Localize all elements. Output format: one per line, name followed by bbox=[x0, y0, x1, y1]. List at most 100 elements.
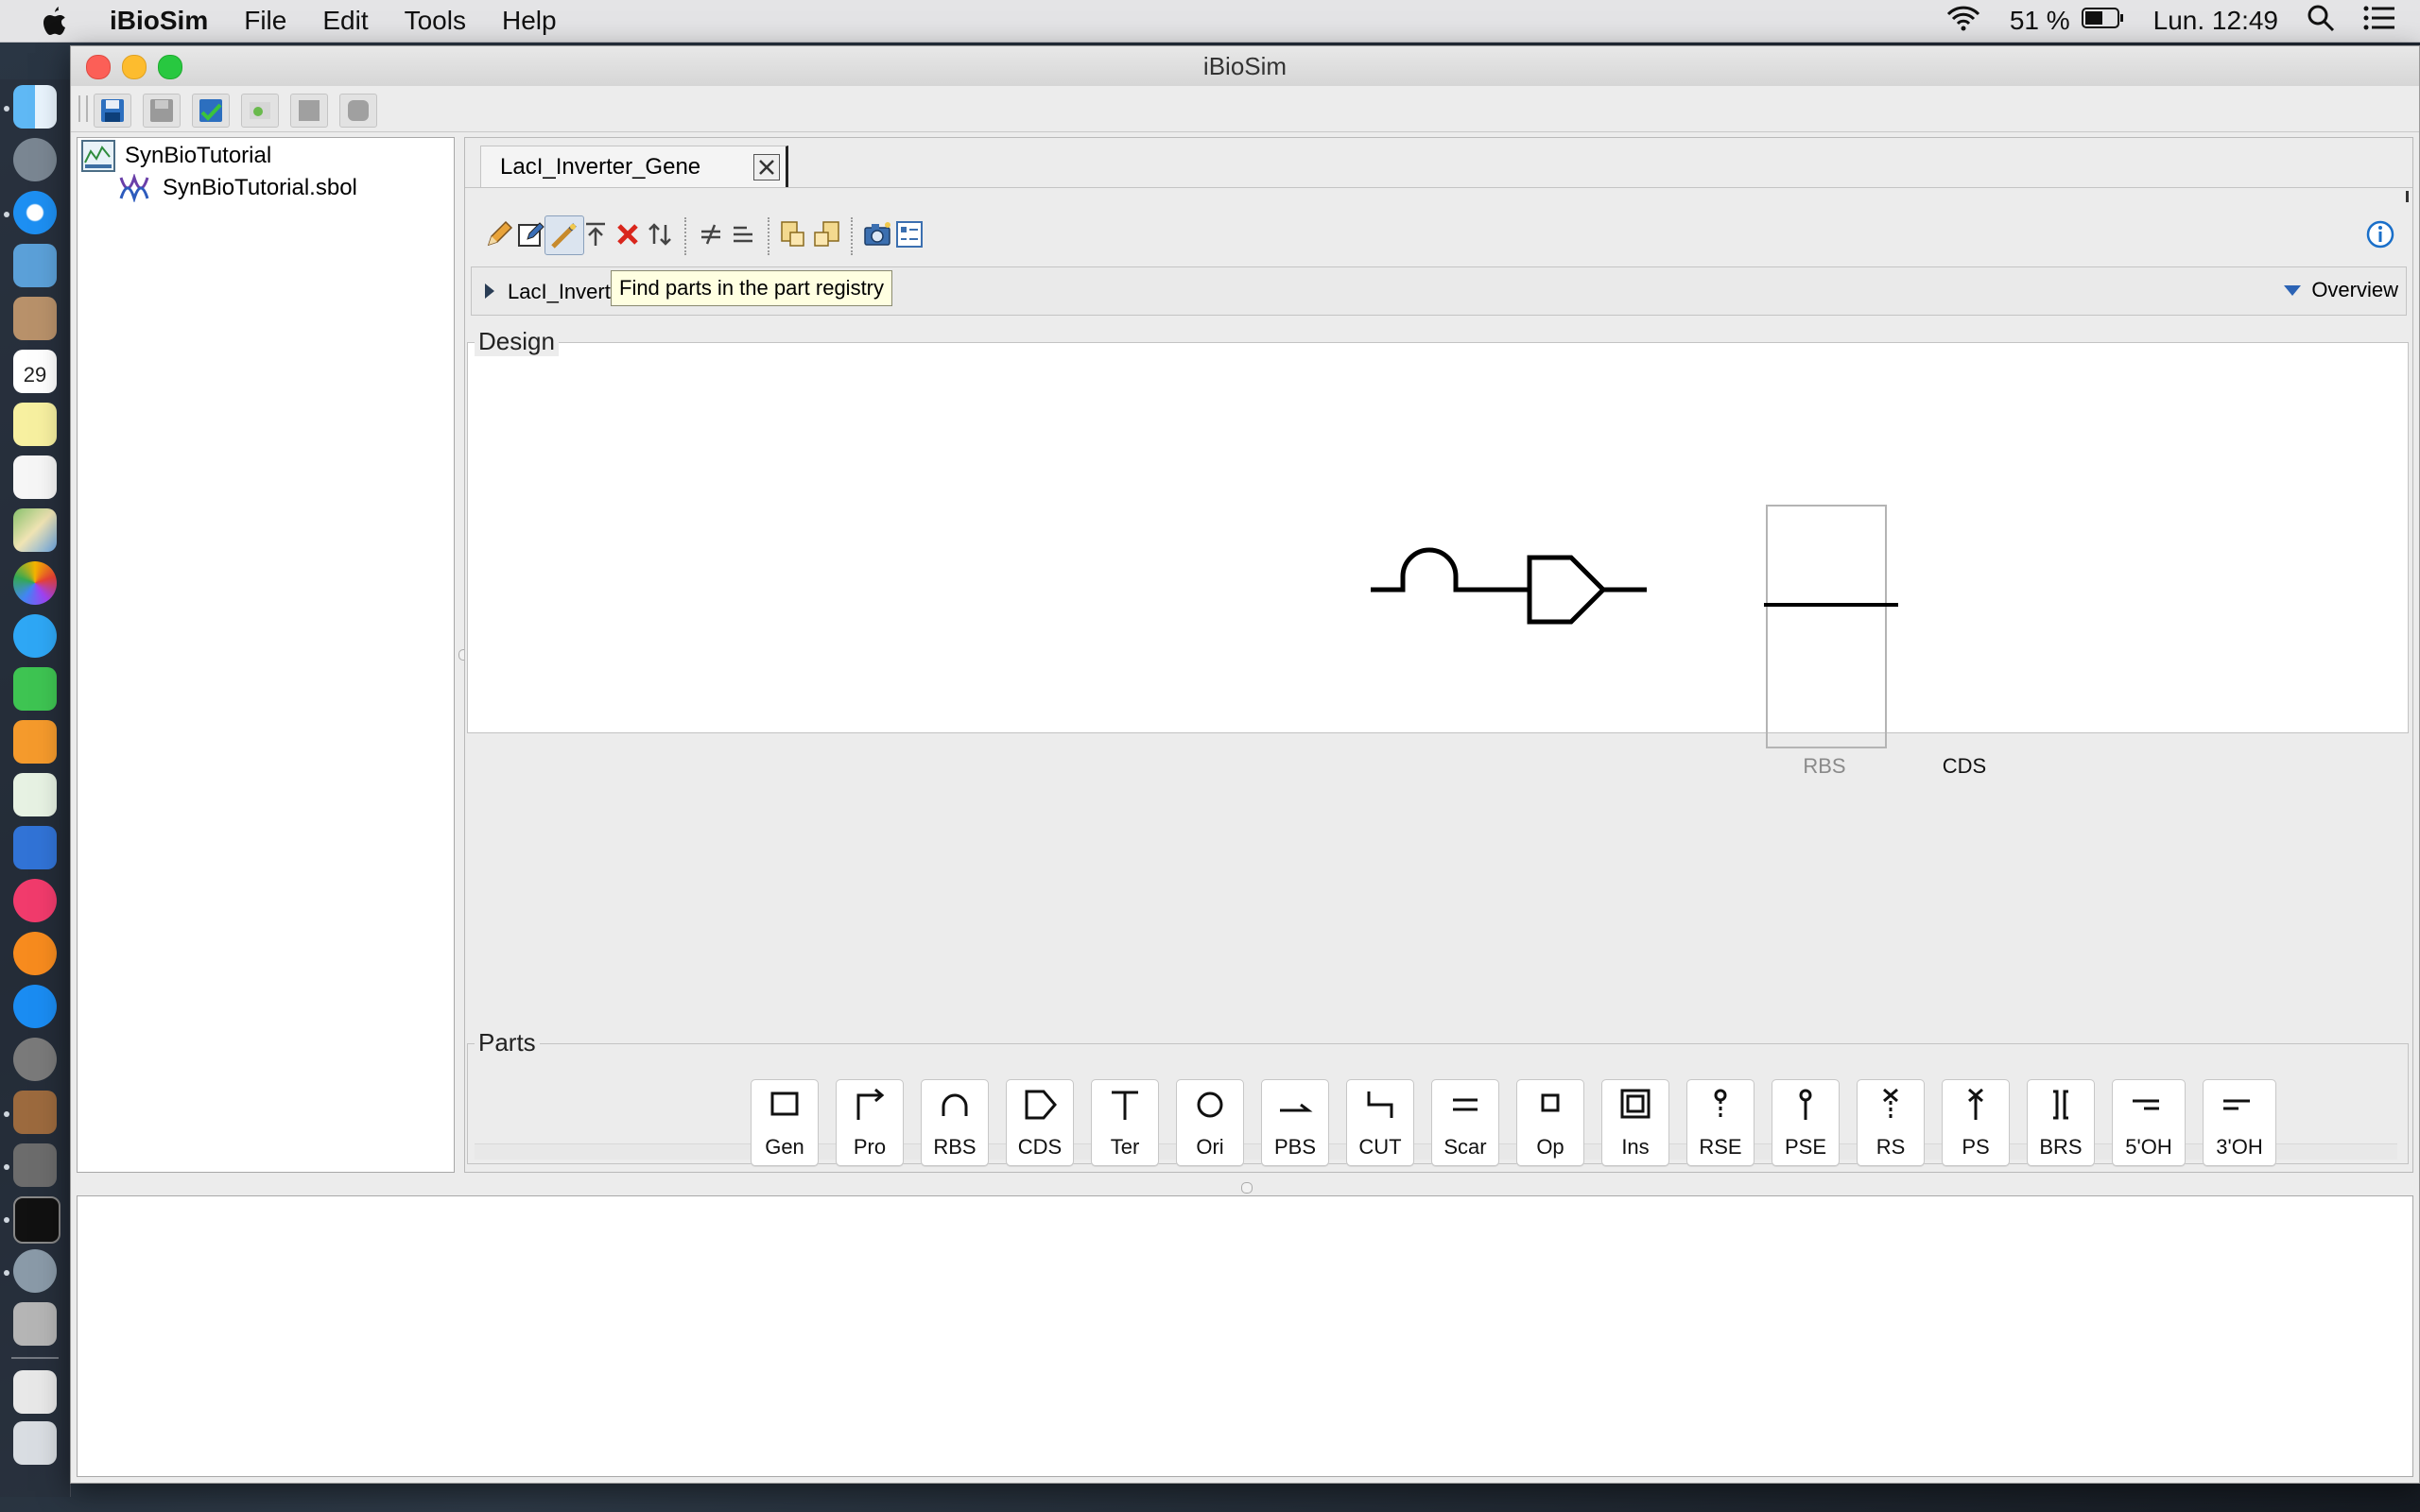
paste-part-button[interactable] bbox=[807, 215, 845, 253]
save-button[interactable] bbox=[94, 94, 131, 128]
breadcrumb-item[interactable]: LacI_Inverte bbox=[508, 280, 622, 304]
promoter-arrow-icon bbox=[856, 1088, 885, 1120]
menu-app-name[interactable]: iBioSim bbox=[110, 6, 208, 36]
wifi-icon[interactable] bbox=[1945, 4, 1981, 39]
tab-laci-inverter-gene[interactable]: LacI_Inverter_Gene bbox=[480, 146, 788, 188]
part-ter-button[interactable]: Ter bbox=[1091, 1079, 1159, 1166]
messages-icon[interactable] bbox=[13, 614, 57, 658]
part-op-button[interactable]: Op bbox=[1516, 1079, 1584, 1166]
primer-binding-site-icon bbox=[1280, 1103, 1313, 1112]
photos-icon[interactable] bbox=[13, 561, 57, 605]
notification-center-icon[interactable] bbox=[2363, 5, 2395, 38]
run-disabled-button[interactable] bbox=[290, 94, 328, 128]
part-rse-button[interactable]: RSE bbox=[1686, 1079, 1754, 1166]
part-pse-button[interactable]: PSE bbox=[1772, 1079, 1840, 1166]
arrow-up-to-line-icon bbox=[586, 222, 605, 246]
grapher-icon[interactable] bbox=[13, 1302, 57, 1346]
java-app-icon[interactable] bbox=[13, 1143, 57, 1187]
info-button[interactable] bbox=[2361, 215, 2399, 253]
menu-edit[interactable]: Edit bbox=[322, 6, 368, 36]
swap-direction-button[interactable] bbox=[641, 215, 679, 253]
downloads-stack-icon[interactable] bbox=[13, 1370, 57, 1414]
pages-icon[interactable] bbox=[13, 720, 57, 764]
tab-label: LacI_Inverter_Gene bbox=[500, 154, 701, 180]
part-pro-button[interactable]: Pro bbox=[836, 1079, 904, 1166]
gimp-icon[interactable] bbox=[13, 1091, 57, 1134]
expand-triangle-icon[interactable] bbox=[483, 282, 496, 301]
finder-icon[interactable] bbox=[13, 85, 57, 129]
preferences-button[interactable] bbox=[890, 215, 928, 253]
part-cut-button[interactable]: CUT bbox=[1346, 1079, 1414, 1166]
keynote-icon[interactable] bbox=[13, 826, 57, 869]
apple-icon[interactable] bbox=[38, 5, 68, 37]
part-label: PS bbox=[1962, 1135, 1990, 1159]
part-gen-button[interactable]: Gen bbox=[751, 1079, 819, 1166]
reminders-icon[interactable] bbox=[13, 455, 57, 499]
close-window-button[interactable] bbox=[86, 55, 111, 79]
system-preferences-icon[interactable] bbox=[13, 1038, 57, 1081]
part-scar-button[interactable]: Scar bbox=[1431, 1079, 1499, 1166]
tab-close-button[interactable] bbox=[753, 154, 780, 180]
close-icon bbox=[759, 160, 774, 175]
part-cds-button[interactable]: CDS bbox=[1006, 1079, 1074, 1166]
editor-panel: LacI_Inverter_Gene LacI_Inverte Overview… bbox=[464, 137, 2413, 1173]
books-icon[interactable] bbox=[13, 932, 57, 975]
part-rbs-button[interactable]: RBS bbox=[921, 1079, 989, 1166]
maps-icon[interactable] bbox=[13, 508, 57, 552]
part-ps-button[interactable]: PS bbox=[1942, 1079, 2010, 1166]
part-rs-button[interactable]: RS bbox=[1857, 1079, 1925, 1166]
trash-icon[interactable] bbox=[13, 1421, 57, 1465]
save-disabled-button[interactable] bbox=[143, 94, 181, 128]
safari-icon[interactable] bbox=[13, 191, 57, 234]
app-store-icon[interactable] bbox=[13, 985, 57, 1028]
menu-file[interactable]: File bbox=[244, 6, 286, 36]
battery-icon[interactable] bbox=[2081, 6, 2125, 36]
zoom-window-button[interactable] bbox=[158, 55, 182, 79]
notes-icon[interactable] bbox=[13, 403, 57, 446]
tree-item-project[interactable]: SynBioTutorial bbox=[81, 140, 271, 172]
project-tree: SynBioTutorial SynBioTutorial.sbol bbox=[77, 137, 455, 1173]
panel-resize-mark bbox=[2406, 191, 2409, 202]
stop-disabled-button[interactable] bbox=[339, 94, 377, 128]
itunes-icon[interactable] bbox=[13, 879, 57, 922]
overview-toggle[interactable]: Overview bbox=[2283, 278, 2398, 302]
dna-icon bbox=[119, 174, 149, 202]
terminal-icon[interactable] bbox=[13, 1196, 60, 1244]
menu-help[interactable]: Help bbox=[502, 6, 557, 36]
export-button[interactable] bbox=[241, 94, 279, 128]
camera-icon bbox=[864, 222, 890, 246]
launchpad-icon[interactable] bbox=[13, 138, 57, 181]
tree-item-sbol-file[interactable]: SynBioTutorial.sbol bbox=[119, 174, 357, 202]
part-pbs-button[interactable]: PBS bbox=[1261, 1079, 1329, 1166]
align-parts-button[interactable] bbox=[724, 215, 762, 253]
cds-glyph-icon[interactable] bbox=[1490, 542, 1666, 637]
part-3oh-button[interactable]: 3'OH bbox=[2203, 1079, 2276, 1166]
menu-tools[interactable]: Tools bbox=[405, 6, 466, 36]
stop-icon bbox=[348, 100, 369, 121]
minimize-window-button[interactable] bbox=[122, 55, 147, 79]
part-ins-button[interactable]: Ins bbox=[1601, 1079, 1669, 1166]
spotlight-icon[interactable] bbox=[2307, 4, 2335, 39]
ribonuclease-site-icon bbox=[1883, 1088, 1898, 1120]
tree-file-label: SynBioTutorial.sbol bbox=[163, 175, 357, 200]
part-5oh-button[interactable]: 5'OH bbox=[2112, 1079, 2186, 1166]
calendar-icon[interactable]: 29 bbox=[13, 350, 57, 393]
part-label: CDS bbox=[1017, 1135, 1063, 1159]
rbs-icon bbox=[942, 1093, 968, 1116]
save-and-check-button[interactable] bbox=[192, 94, 230, 128]
clock[interactable]: Lun. 12:49 bbox=[2153, 6, 2278, 36]
insulator-icon bbox=[1620, 1089, 1651, 1119]
part-label: Ins bbox=[1621, 1135, 1650, 1159]
horizontal-split-handle[interactable] bbox=[1241, 1182, 1253, 1194]
part-ori-button[interactable]: Ori bbox=[1176, 1079, 1244, 1166]
toolbar-grip[interactable] bbox=[78, 95, 88, 122]
hand-copy-icon bbox=[781, 221, 804, 247]
preview-icon[interactable] bbox=[13, 244, 57, 287]
numbers-icon[interactable] bbox=[13, 773, 57, 816]
part-brs-button[interactable]: BRS bbox=[2027, 1079, 2095, 1166]
tex-icon[interactable] bbox=[13, 1249, 57, 1293]
cds-glyph-label: CDS bbox=[1942, 754, 1987, 778]
facetime-icon[interactable] bbox=[13, 667, 57, 711]
contacts-icon[interactable] bbox=[13, 297, 57, 340]
rbs-glyph-icon[interactable] bbox=[1371, 535, 1490, 610]
